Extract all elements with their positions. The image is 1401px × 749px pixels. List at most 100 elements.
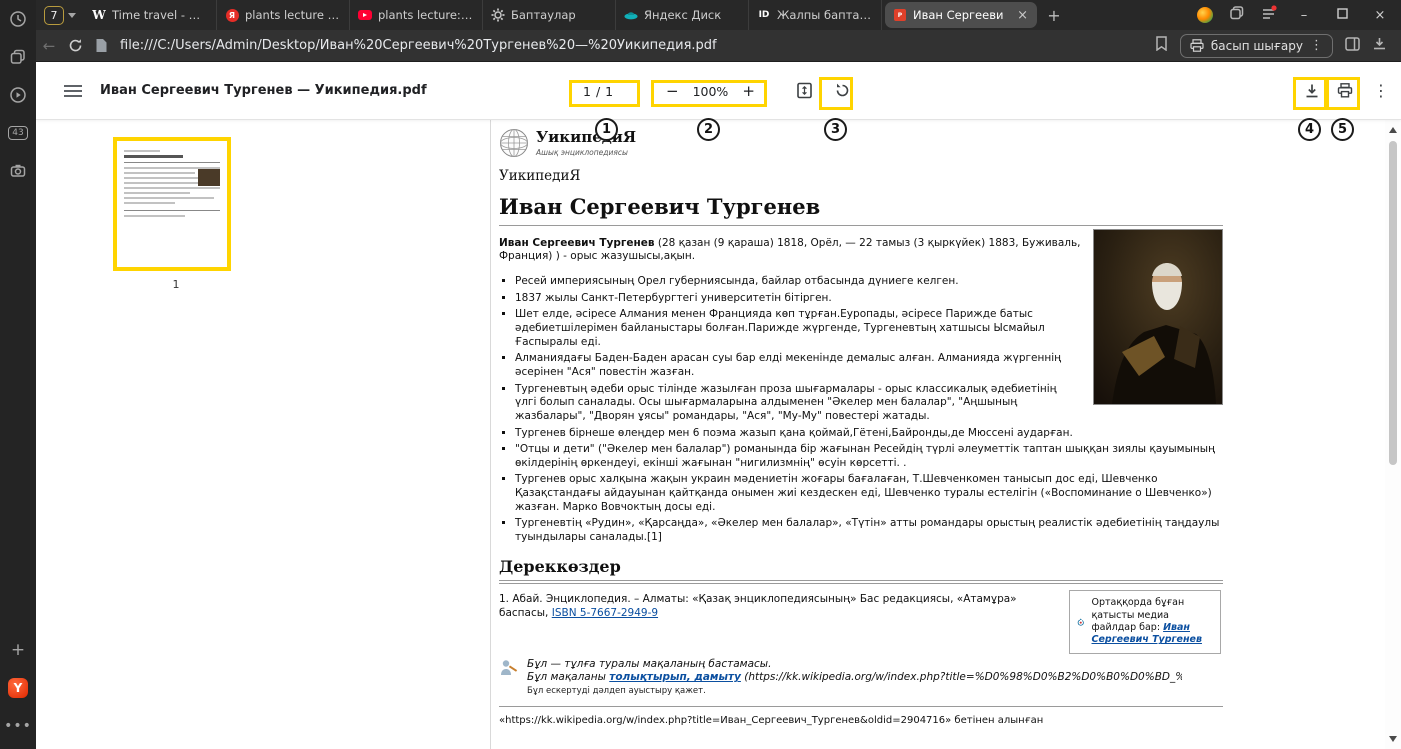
browser-assistant-icon[interactable]: [1197, 7, 1213, 23]
total-pages: 1: [605, 84, 613, 99]
yandex-browser-logo[interactable]: Y: [0, 669, 36, 707]
minimize-button[interactable]: –: [1293, 8, 1315, 23]
list-item: Тургенев орыс халқына жақын украин мәден…: [515, 473, 1223, 514]
tab-bar-right-controls: – ×: [1197, 5, 1401, 25]
pdf-more-options-icon[interactable]: ⋮: [1373, 81, 1389, 100]
stub-line-1: Бұл — тұлға туралы мақаланың бастамасы.: [527, 658, 1182, 672]
stub-line-2: Бұл мақаланы толықтырып, дамыту (https:/…: [527, 671, 1182, 685]
tab-settings[interactable]: Баптаулар: [483, 0, 616, 30]
zoom-level[interactable]: 100%: [693, 84, 729, 99]
zoom-out-button[interactable]: −: [666, 82, 679, 100]
callout-1: 1: [595, 118, 618, 141]
id-icon: ID: [757, 8, 771, 22]
back-icon[interactable]: ←: [36, 37, 62, 55]
rotate-icon[interactable]: [834, 82, 851, 99]
tab-label: Time travel - Wikip: [112, 8, 208, 22]
footer-divider: [499, 706, 1223, 707]
reload-icon[interactable]: [62, 38, 88, 53]
tab-label: plants lecture: 2 ть: [378, 8, 474, 22]
print-options-icon[interactable]: ⋮: [1310, 38, 1323, 53]
collections-icon[interactable]: [1229, 5, 1245, 25]
zoom-controls: − 100% +: [666, 62, 755, 120]
bookmark-flag-icon[interactable]: [1155, 36, 1168, 55]
tab-groups-icon[interactable]: [0, 38, 36, 76]
scroll-up-arrow[interactable]: [1389, 127, 1397, 133]
browser-window: 43 + Y ••• 7 W Time travel - Wikip Я pla…: [0, 0, 1401, 749]
chevron-down-icon: [68, 13, 76, 18]
tab-label: Баптаулар: [511, 8, 607, 22]
side-panel-icon[interactable]: [1345, 36, 1360, 55]
callout-4: 4: [1298, 118, 1321, 141]
callout-3: 3: [824, 118, 847, 141]
fit-to-page-icon[interactable]: [796, 82, 813, 99]
page-indicator[interactable]: 1 / 1: [583, 62, 613, 120]
current-page[interactable]: 1: [583, 84, 591, 99]
wikipedia-article: УикипедиЯ Ашық энциклопедиясы УикипедиЯ …: [491, 120, 1223, 727]
pdf-document-title: Иван Сергеевич Тургенев — Уикипедия.pdf: [100, 83, 427, 98]
tab-yandex-disk[interactable]: Яндекс Диск: [616, 0, 749, 30]
list-item: "Отцы и дети" ("Әкелер мен балалар") ром…: [515, 443, 1223, 470]
stub-person-icon: [499, 658, 519, 676]
zoom-in-button[interactable]: +: [742, 82, 755, 100]
download-icon[interactable]: [1304, 83, 1320, 99]
screenshot-icon[interactable]: [0, 152, 36, 190]
tab-count-badge[interactable]: 43: [0, 114, 36, 152]
print-icon[interactable]: [1337, 83, 1353, 98]
list-item: Тургенев бірнеше өлеңдер мен 6 поэма жаз…: [515, 427, 1223, 441]
scrollbar-thumb[interactable]: [1389, 141, 1397, 465]
add-panel-icon[interactable]: +: [0, 631, 36, 669]
address-bar: ← file:///C:/Users/Admin/Desktop/Иван%20…: [36, 30, 1401, 62]
list-item: Тургеневтің «Рудин», «Қарсаңда», «Әкелер…: [515, 517, 1223, 544]
printer-icon: [1190, 39, 1204, 52]
tab-general-settings[interactable]: ID Жалпы баптаулар: [749, 0, 882, 30]
isbn-link[interactable]: ISBN 5-7667-2949-9: [552, 607, 658, 619]
print-button-label: басып шығару: [1211, 39, 1303, 53]
media-player-icon[interactable]: [0, 76, 36, 114]
open-tabs-count: 7: [44, 6, 64, 25]
tab-label: Иван Сергееви: [913, 8, 1010, 22]
article-title: Иван Сергеевич Тургенев: [499, 193, 1223, 226]
browser-side-rail: 43 + Y •••: [0, 0, 36, 749]
tab-count-label: 43: [8, 126, 27, 140]
thumbnail-page-number: 1: [113, 278, 239, 291]
scroll-down-arrow[interactable]: [1389, 736, 1397, 742]
url-text[interactable]: file:///C:/Users/Admin/Desktop/Иван%20Се…: [120, 38, 717, 53]
pdf-menu-icon[interactable]: [64, 84, 82, 98]
wikimedia-commons-icon: [1077, 608, 1085, 636]
tab-label: Яндекс Диск: [644, 8, 740, 22]
settings-gear-icon: [491, 8, 505, 22]
wikipedia-icon: W: [92, 8, 106, 22]
page-thumbnail[interactable]: [113, 137, 231, 271]
tab-plants-lecture-music[interactable]: Я plants lecture — Я: [217, 0, 350, 30]
open-tabs-counter[interactable]: 7: [44, 6, 76, 25]
rail-more-icon[interactable]: •••: [0, 707, 36, 745]
turgenev-portrait-image: [1093, 229, 1223, 405]
restore-button[interactable]: [1331, 8, 1353, 23]
callout-2: 2: [697, 118, 720, 141]
stub-line-2-prefix: Бұл мақаланы: [527, 671, 609, 683]
pdf-toolbar: Иван Сергеевич Тургенев — Уикипедия.pdf …: [36, 62, 1401, 120]
commons-media-box: Ортаққорда бұған қатысты медиа файлдар б…: [1069, 590, 1221, 653]
youtube-icon: [358, 8, 372, 22]
tab-label: plants lecture — Я: [245, 8, 341, 22]
tab-plants-lecture-video[interactable]: plants lecture: 2 ть: [350, 0, 483, 30]
side-rail-bottom: + Y •••: [0, 631, 36, 745]
tab-time-travel[interactable]: W Time travel - Wikip: [84, 0, 217, 30]
close-window-button[interactable]: ×: [1369, 8, 1391, 23]
tab-turgenev-pdf-active[interactable]: P Иван Сергееви ×: [885, 2, 1037, 28]
yandex-music-icon: Я: [225, 8, 239, 22]
pdf-page: УикипедиЯ Ашық энциклопедиясы УикипедиЯ …: [490, 120, 1382, 749]
new-tab-button[interactable]: +: [1040, 6, 1068, 25]
references-heading: Дереккөздер: [499, 557, 1223, 582]
wikipedia-wordmark: УикипедиЯ: [536, 128, 636, 148]
history-icon[interactable]: [0, 0, 36, 38]
vertical-scrollbar[interactable]: [1385, 120, 1401, 749]
edit-article-link[interactable]: толықтырып, дамыту: [609, 671, 741, 683]
yandex-disk-icon: [624, 8, 638, 22]
notifications-icon[interactable]: [1261, 5, 1277, 25]
close-tab-icon[interactable]: ×: [1016, 8, 1029, 23]
print-button[interactable]: басып шығару ⋮: [1180, 34, 1333, 58]
callout-5: 5: [1331, 118, 1354, 141]
wikipedia-tagline: Ашық энциклопедиясы: [536, 148, 636, 158]
downloads-icon[interactable]: [1372, 36, 1387, 55]
